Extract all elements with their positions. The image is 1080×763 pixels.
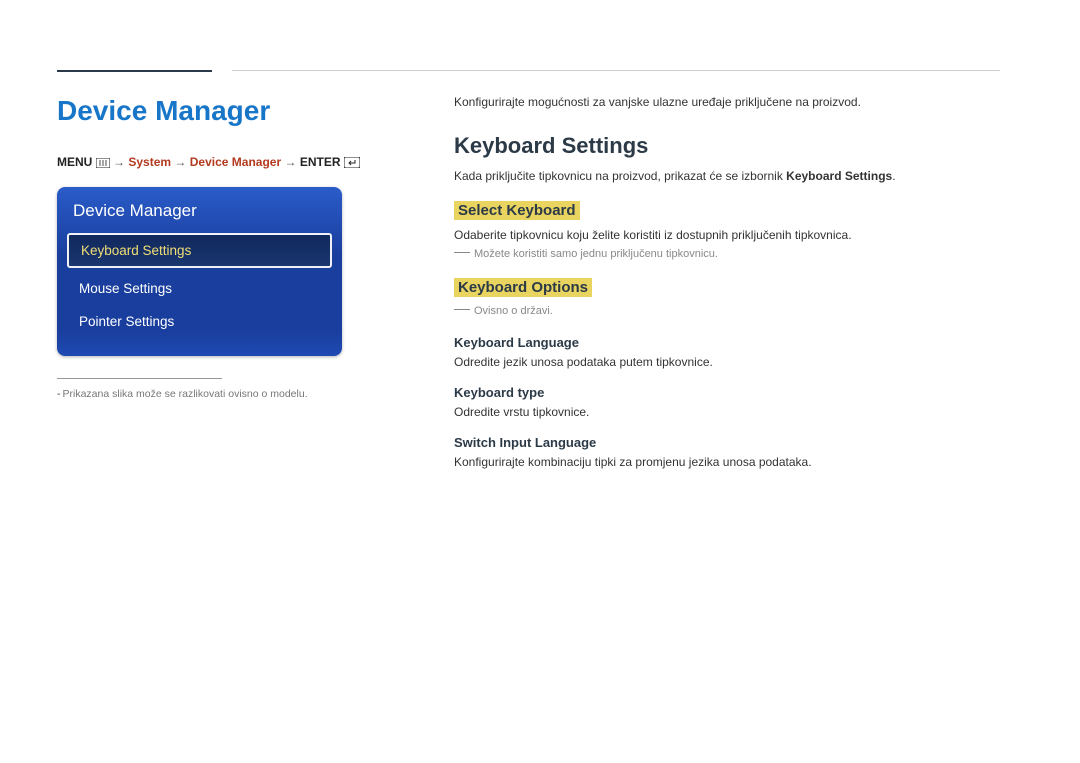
section-heading-keyboard-settings: Keyboard Settings <box>454 133 1000 159</box>
footnote-rule <box>57 378 222 379</box>
panel-item-pointer-settings[interactable]: Pointer Settings <box>57 305 342 338</box>
dash-icon <box>454 252 470 253</box>
desc-strong: Keyboard Settings <box>786 169 892 183</box>
breadcrumb-arrow: → <box>113 155 125 169</box>
breadcrumb-device-manager: Device Manager <box>190 155 281 169</box>
select-keyboard-note: Možete koristiti samo jednu priključenu … <box>454 248 1000 260</box>
left-column: Device Manager MENU → System → Device Ma… <box>57 95 397 402</box>
breadcrumb: MENU → System → Device Manager → ENTER <box>57 155 397 169</box>
switch-input-language-text: Konfigurirajte kombinaciju tipki za prom… <box>454 455 1000 469</box>
breadcrumb-enter: ENTER <box>300 155 341 169</box>
intro-text: Konfigurirajte mogućnosti za vanjske ula… <box>454 95 1000 109</box>
keyboard-settings-desc: Kada priključite tipkovnicu na proizvod,… <box>454 169 1000 183</box>
breadcrumb-arrow: → <box>174 155 186 169</box>
desc-suffix: . <box>892 169 895 183</box>
top-rule-short <box>57 70 212 72</box>
keyboard-language-text: Odredite jezik unosa podataka putem tipk… <box>454 355 1000 369</box>
heading-keyboard-language: Keyboard Language <box>454 335 1000 350</box>
keyboard-type-text: Odredite vrstu tipkovnice. <box>454 405 1000 419</box>
device-manager-panel: Device Manager Keyboard Settings Mouse S… <box>57 187 342 356</box>
menu-icon <box>96 158 110 168</box>
note-text: Ovisno o državi. <box>474 305 553 317</box>
keyboard-options-note: Ovisno o državi. <box>454 305 1000 317</box>
heading-keyboard-type: Keyboard type <box>454 385 1000 400</box>
footnote-text: Prikazana slika može se razlikovati ovis… <box>63 388 308 400</box>
left-footnote: -Prikazana slika može se razlikovati ovi… <box>57 387 397 402</box>
breadcrumb-arrow: → <box>285 155 297 169</box>
sub-heading-select-keyboard: Select Keyboard <box>454 201 580 220</box>
top-rule-long <box>232 70 1000 71</box>
desc-prefix: Kada priključite tipkovnicu na proizvod,… <box>454 169 786 183</box>
breadcrumb-menu: MENU <box>57 155 92 169</box>
breadcrumb-system: System <box>128 155 171 169</box>
enter-icon <box>344 157 360 168</box>
panel-item-mouse-settings[interactable]: Mouse Settings <box>57 272 342 305</box>
heading-switch-input-language: Switch Input Language <box>454 435 1000 450</box>
note-text: Možete koristiti samo jednu priključenu … <box>474 248 718 260</box>
panel-item-keyboard-settings[interactable]: Keyboard Settings <box>67 233 332 268</box>
select-keyboard-desc: Odaberite tipkovnicu koju želite koristi… <box>454 228 1000 242</box>
sub-heading-keyboard-options: Keyboard Options <box>454 278 592 297</box>
dash-icon <box>454 309 470 310</box>
page-title: Device Manager <box>57 95 397 127</box>
content-column: Konfigurirajte mogućnosti za vanjske ula… <box>454 95 1000 485</box>
panel-header: Device Manager <box>57 187 342 233</box>
